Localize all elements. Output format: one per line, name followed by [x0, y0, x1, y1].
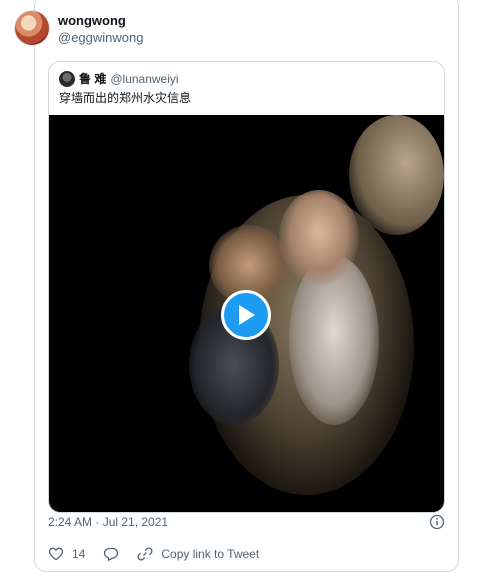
- timestamp-row: 2:24 AM · Jul 21, 2021: [48, 514, 445, 532]
- quoted-tweet-header: 鲁 难 @lunanweiyi: [59, 71, 179, 87]
- author-handle[interactable]: @eggwinwong: [58, 29, 143, 46]
- author-display-name[interactable]: wongwong: [58, 13, 143, 29]
- info-icon[interactable]: [429, 514, 445, 530]
- reply-button[interactable]: [103, 546, 119, 562]
- quoted-author-handle: @lunanweiyi: [110, 72, 179, 86]
- author-avatar[interactable]: [14, 10, 50, 46]
- quoted-author-avatar: [59, 71, 75, 87]
- like-button[interactable]: 14: [48, 546, 85, 562]
- copy-link-button[interactable]: Copy link to Tweet: [137, 546, 259, 562]
- quoted-tweet-text: 穿墙而出的郑州水灾信息: [59, 91, 192, 105]
- reply-icon: [104, 547, 119, 561]
- quoted-tweet[interactable]: 鲁 难 @lunanweiyi 穿墙而出的郑州水灾信息: [48, 61, 445, 513]
- play-icon: [239, 305, 255, 325]
- copy-link-label: Copy link to Tweet: [161, 547, 260, 561]
- video-frame-scene: [349, 115, 444, 235]
- video-player[interactable]: [49, 115, 444, 512]
- quoted-author-name: 鲁 难: [79, 72, 107, 86]
- heart-icon: [48, 547, 64, 561]
- link-icon: [137, 547, 153, 561]
- tweet-author[interactable]: wongwong @eggwinwong: [14, 10, 143, 46]
- tweet-timestamp[interactable]: 2:24 AM · Jul 21, 2021: [48, 515, 168, 529]
- play-button[interactable]: [221, 290, 271, 340]
- like-count: 14: [72, 547, 86, 561]
- tweet-actions: 14 Copy link to Tweet: [48, 546, 277, 562]
- video-frame-scene: [279, 190, 359, 285]
